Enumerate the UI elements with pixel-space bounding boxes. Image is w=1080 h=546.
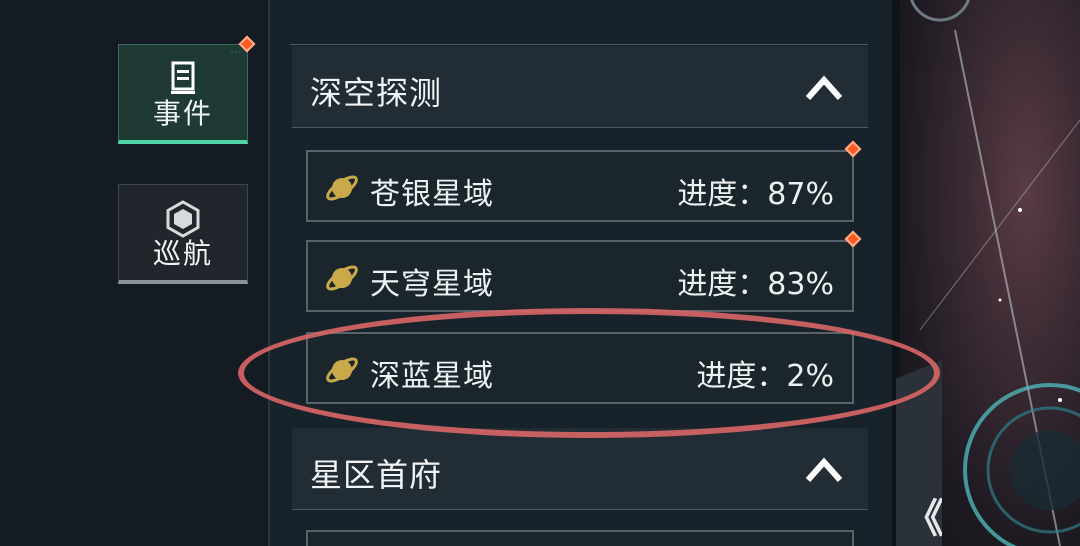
section-header-capital[interactable]: 星区首府 [292,428,868,510]
list-item-region[interactable]: 天穹星域 进度：83% [306,240,854,312]
planet-icon [326,265,358,291]
section-title: 深空探测 [310,74,443,112]
section-header-deep-space[interactable]: 深空探测 [292,46,868,128]
region-name: 苍银星域 [370,177,494,212]
panel-top-line [290,44,868,45]
region-progress: 进度：87% [677,177,834,212]
region-name: 天穹星域 [370,267,494,302]
tab-events-label: 事件 [152,97,213,130]
chevron-up-icon [805,75,843,100]
region-progress: 进度：83% [677,267,834,302]
section-title: 星区首府 [310,456,443,494]
tab-events[interactable]: ··· 事件 [118,44,248,144]
chevron-up-icon [805,457,843,482]
list-item-region[interactable]: 苍银星域 进度：87% [306,150,854,222]
tab-decoration: ··· [230,49,241,56]
tab-cruise-label: 巡航 [152,237,213,270]
planet-icon [326,175,358,201]
double-chevron-left-icon: 《 [904,496,944,542]
highlight-ring [238,308,940,438]
list-item-partial[interactable] [306,530,854,546]
tab-cruise[interactable]: 巡航 [118,184,248,284]
